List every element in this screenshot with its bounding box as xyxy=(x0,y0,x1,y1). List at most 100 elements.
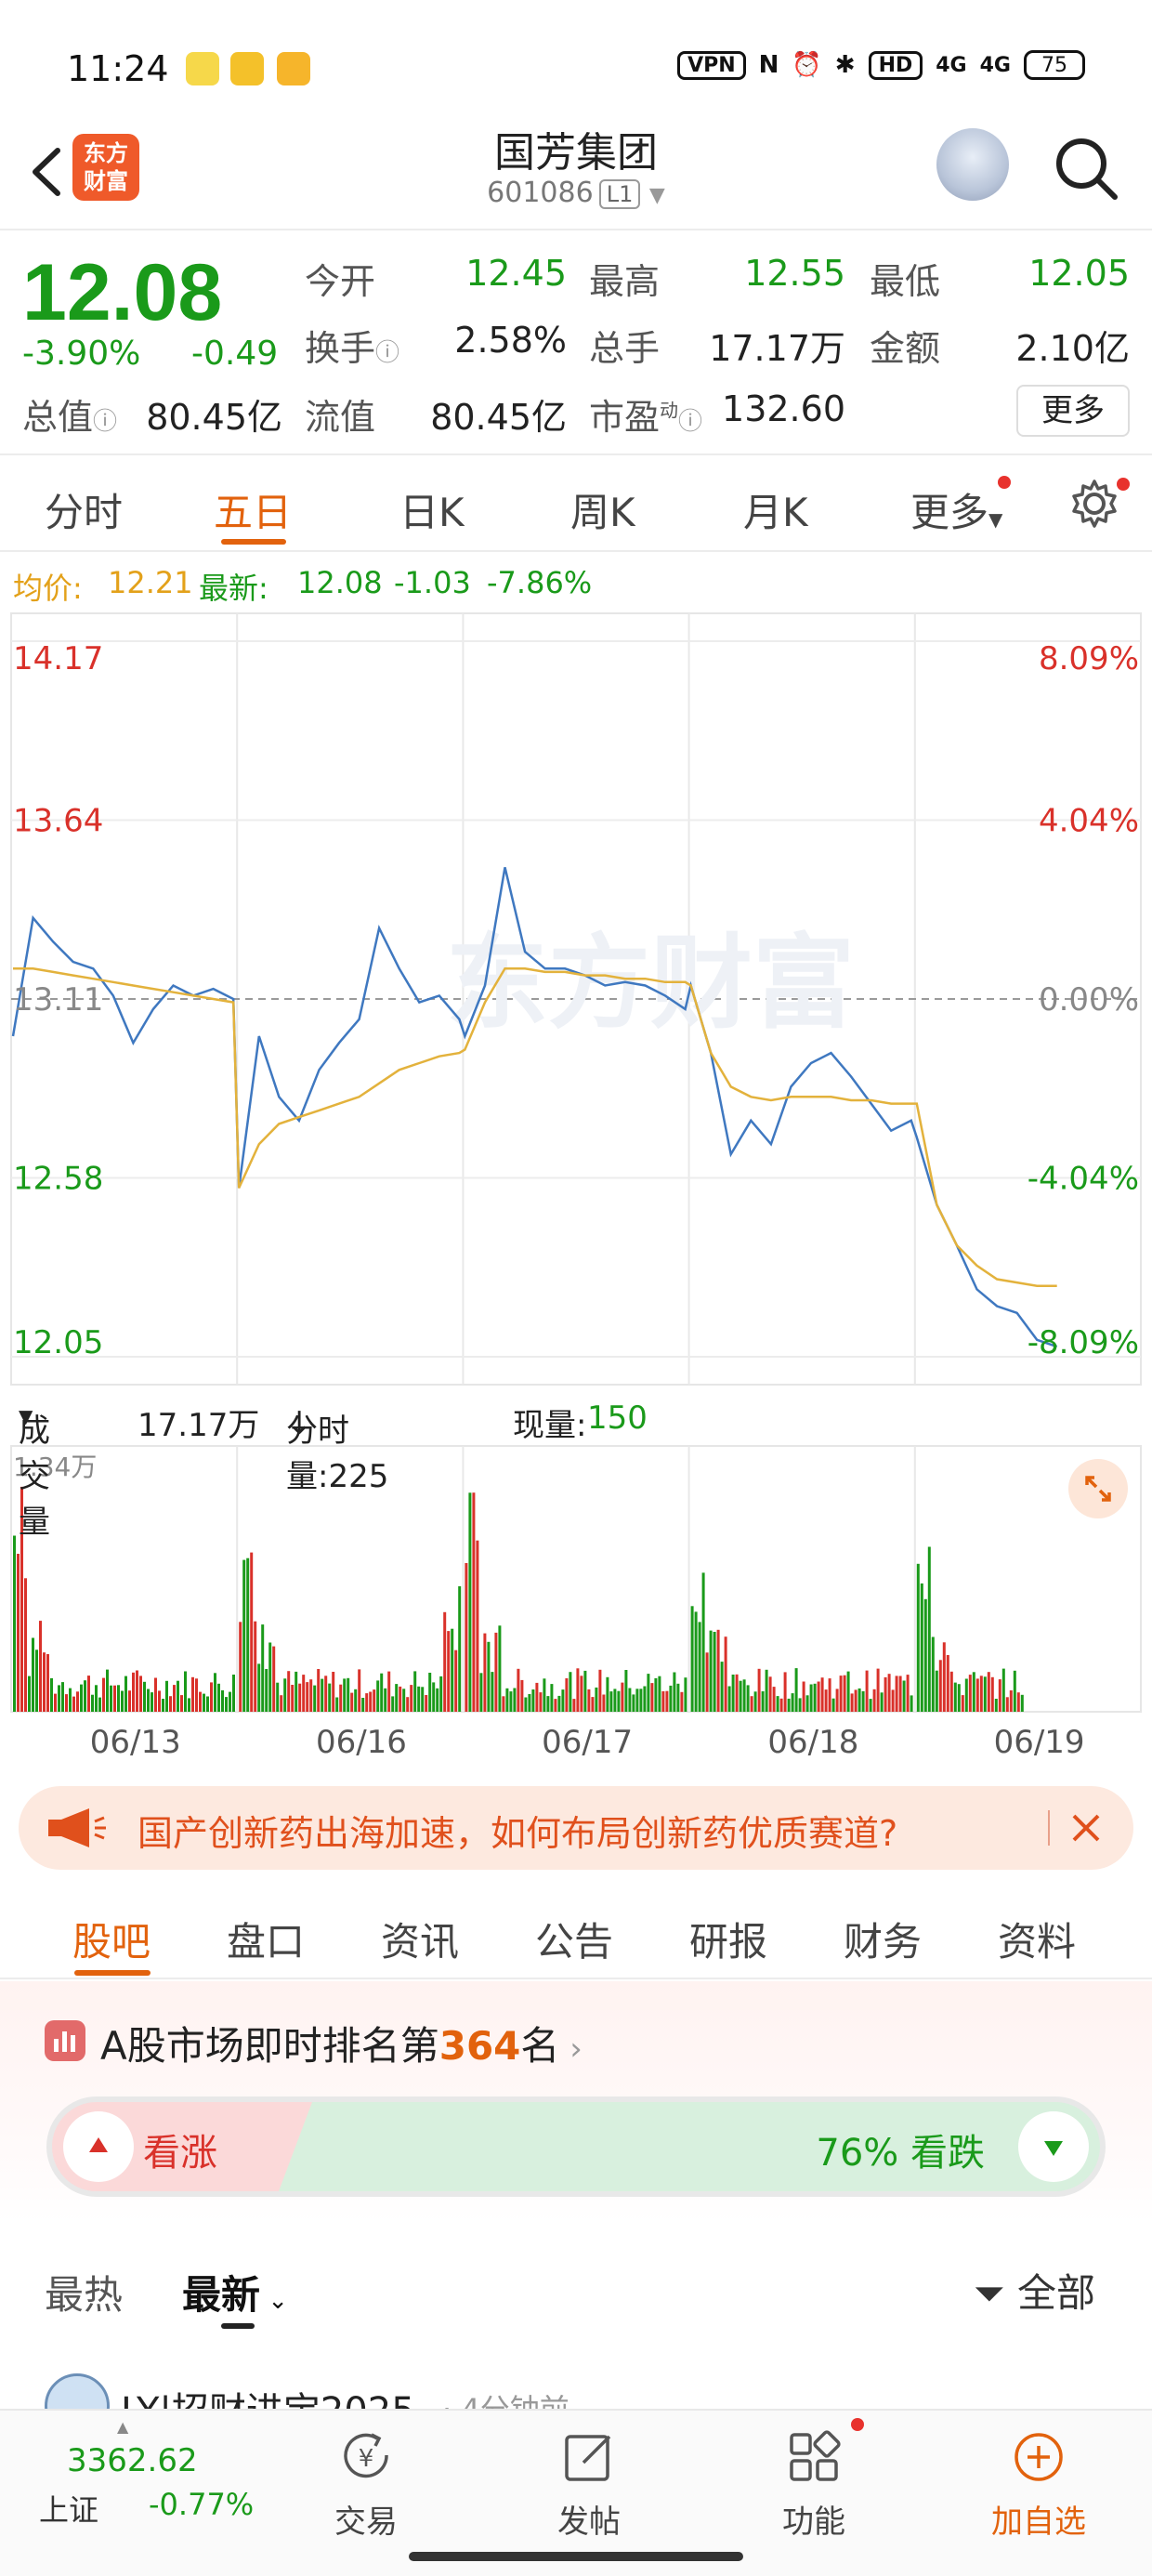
avg-price-bar: 均价: 12.21 最新: 12.08 -1.03 -7.86% xyxy=(0,554,1152,611)
tab-weekly-k[interactable]: 周K xyxy=(570,481,635,538)
volume-bar xyxy=(306,1682,309,1712)
tab-research[interactable]: 研报 xyxy=(689,1911,767,1967)
volume-bar xyxy=(673,1672,676,1712)
volume-bar xyxy=(451,1628,454,1712)
volume-bar xyxy=(846,1671,850,1712)
y-tick-label: 13.11 xyxy=(13,981,103,1019)
volume-bar xyxy=(124,1676,127,1712)
volume-bar xyxy=(720,1662,724,1712)
tab-monthly-k[interactable]: 月K xyxy=(743,481,808,538)
close-announcement-button[interactable] xyxy=(1063,1805,1109,1851)
grid-icon xyxy=(790,2430,841,2481)
volume-bar xyxy=(54,1693,57,1712)
nav-add-watchlist[interactable]: 加自选 xyxy=(946,2411,1132,2550)
volume-bar xyxy=(421,1687,425,1712)
volume-bar xyxy=(809,1684,813,1712)
total-cap-label[interactable]: 总值ⓘ xyxy=(22,388,117,440)
volume-bar xyxy=(520,1679,524,1712)
volume-bar xyxy=(313,1685,317,1712)
market-ranking-link[interactable]: A股市场即时排名第364名 › xyxy=(100,2015,583,2071)
volume-bar xyxy=(406,1697,410,1712)
volume-bar xyxy=(380,1673,384,1712)
volume-bar xyxy=(417,1686,421,1712)
volume-bar xyxy=(61,1682,64,1712)
volume-bar xyxy=(968,1675,972,1712)
sentiment-vote-bar: 看涨 76% 看跌 xyxy=(46,2096,1106,2197)
nav-post[interactable]: 发帖 xyxy=(496,2411,682,2550)
volume-bar xyxy=(384,1688,387,1712)
volume-bar xyxy=(676,1683,680,1712)
volume-bar xyxy=(35,1649,38,1712)
x-axis-label: 06/18 xyxy=(767,1724,858,1761)
search-button[interactable] xyxy=(1050,132,1124,206)
tab-announcements[interactable]: 公告 xyxy=(535,1911,613,1967)
volume-bar xyxy=(121,1690,124,1712)
pe-label[interactable]: 市盈动ⓘ xyxy=(589,388,702,440)
turnover-label[interactable]: 换手ⓘ xyxy=(305,320,399,371)
volume-bar xyxy=(598,1669,602,1712)
volume-bar xyxy=(550,1684,554,1712)
volume-bar xyxy=(180,1695,183,1712)
tab-more-periods[interactable]: 更多▼ xyxy=(910,481,1002,538)
alarm-icon: ⏰ xyxy=(792,51,822,79)
volume-bar xyxy=(505,1688,509,1712)
content-tabs: 股吧 盘口 资讯 公告 研报 财务 资料 xyxy=(0,1885,1152,1979)
volume-bar xyxy=(195,1678,198,1712)
status-time: 11:24 xyxy=(67,48,169,89)
gear-icon xyxy=(1072,480,1117,528)
more-quote-button[interactable]: 更多 xyxy=(1016,385,1130,437)
nav-functions[interactable]: 功能 xyxy=(721,2411,907,2550)
tab-profile[interactable]: 资料 xyxy=(998,1911,1076,1967)
volume-bar xyxy=(772,1687,776,1712)
filter-button[interactable]: ⏷ 全部 xyxy=(974,2262,1095,2319)
volume-bar xyxy=(727,1686,731,1712)
tab-news[interactable]: 资讯 xyxy=(381,1911,459,1967)
volume-bar xyxy=(191,1676,194,1712)
post-sort-row: 最热 最新 ⌄ ⏷ 全部 xyxy=(0,2230,1152,2333)
chart-settings-button[interactable] xyxy=(1068,478,1120,530)
volume-bar xyxy=(787,1698,791,1712)
tab-intraday[interactable]: 分时 xyxy=(45,481,123,538)
tab-order-book[interactable]: 盘口 xyxy=(227,1911,305,1967)
avatar[interactable] xyxy=(45,2373,110,2409)
open-value: 12.45 xyxy=(465,253,567,294)
current-price: 12.08 xyxy=(22,248,223,337)
volume-bar xyxy=(483,1633,487,1712)
volume-bar xyxy=(206,1696,209,1712)
five-day-chart[interactable]: 东方财富 14.17 13.64 13.11 12.58 12.05 8.09% 4.04… xyxy=(0,610,1152,1771)
volume-bar xyxy=(694,1611,698,1712)
high-value: 12.55 xyxy=(744,253,845,294)
tab-five-day[interactable]: 五日 xyxy=(214,481,292,538)
volume-bar xyxy=(543,1678,546,1712)
expand-chart-button[interactable] xyxy=(1068,1459,1128,1518)
edit-icon xyxy=(565,2435,611,2481)
tab-guba[interactable]: 股吧 xyxy=(72,1911,151,1967)
volume-bar xyxy=(843,1675,846,1712)
nav-trade[interactable]: ¥ 交易 xyxy=(273,2411,459,2550)
volume-bar xyxy=(602,1694,606,1712)
vote-down-button[interactable] xyxy=(1018,2111,1089,2182)
volume-bar xyxy=(472,1492,476,1712)
volume-bar xyxy=(1013,1670,1016,1712)
volume-bar xyxy=(439,1676,443,1712)
volume-bar xyxy=(184,1671,187,1712)
volume-bar xyxy=(221,1689,224,1712)
vote-up-button[interactable] xyxy=(63,2111,134,2182)
volume-bar xyxy=(317,1669,321,1712)
tab-finance[interactable]: 财务 xyxy=(844,1911,922,1967)
announcement-banner[interactable]: 国产创新药出海加速，如何布局创新药优质赛道? xyxy=(19,1786,1133,1870)
volume-value: 17.17万 xyxy=(709,328,845,369)
post-item[interactable]: LY|招财进宝2025 · 4分钟前 xyxy=(0,2364,1152,2409)
assistant-avatar[interactable] xyxy=(936,128,1009,201)
total-cap-value: 80.45亿 xyxy=(146,397,282,438)
post-author[interactable]: LY|招财进宝2025 xyxy=(121,2381,415,2409)
sort-hot[interactable]: 最热 xyxy=(45,2264,123,2320)
volume-bar xyxy=(891,1689,895,1712)
volume-bar xyxy=(291,1685,295,1712)
volume-total: 17.17万 xyxy=(137,1407,260,1444)
volume-bar xyxy=(639,1689,643,1712)
volume-bar xyxy=(961,1695,964,1712)
tab-daily-k[interactable]: 日K xyxy=(399,481,465,538)
sort-latest[interactable]: 最新 ⌄ xyxy=(182,2264,288,2320)
volume-bar xyxy=(447,1631,451,1712)
